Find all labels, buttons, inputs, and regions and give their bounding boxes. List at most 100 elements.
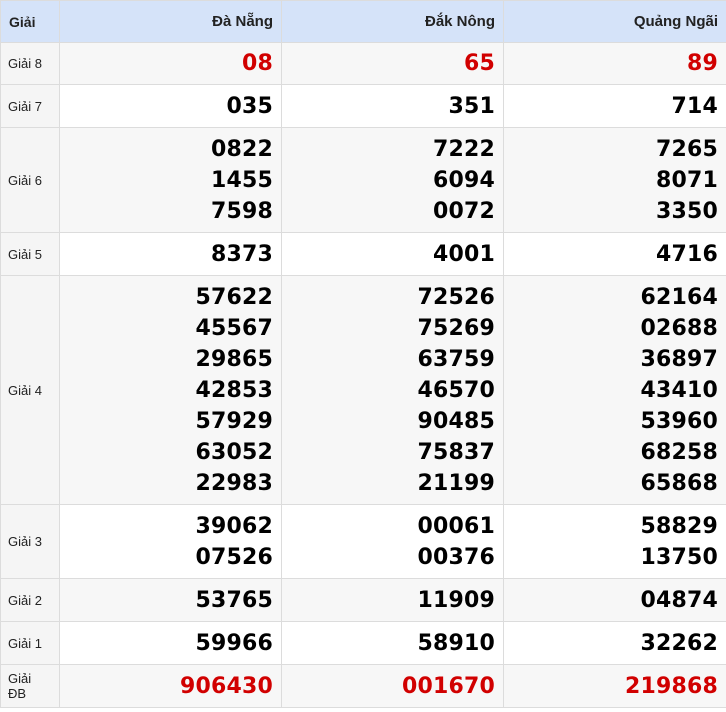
winning-number: 035 <box>226 93 273 119</box>
prize-cell: 65 <box>281 42 504 85</box>
winning-number: 36897 <box>640 346 718 372</box>
prize-row: Giải 1 59966 58910 32262 <box>0 621 726 665</box>
winning-number: 29865 <box>195 346 273 372</box>
prize-row: Giải 7 035 351 714 <box>0 84 726 128</box>
winning-number: 21199 <box>417 470 495 496</box>
province-header-quang-ngai[interactable]: Quảng Ngãi <box>503 0 726 43</box>
winning-number: 42853 <box>195 377 273 403</box>
prize-cell: 8373 <box>59 232 282 276</box>
prize-cell: 62164 02688 36897 43410 53960 68258 65868 <box>503 275 726 505</box>
prize-cell: 08 <box>59 42 282 85</box>
winning-number: 351 <box>448 93 495 119</box>
winning-number: 45567 <box>195 315 273 341</box>
winning-number: 89 <box>686 51 718 76</box>
prize-label: Giải 8 <box>0 42 60 85</box>
prize-cell: 035 <box>59 84 282 128</box>
prize-cell: 59966 <box>59 621 282 665</box>
prize-cell: 7222 6094 0072 <box>281 127 504 233</box>
province-header-dak-nong[interactable]: Đắk Nông <box>281 0 504 43</box>
prize-row: Giải 4 57622 45567 29865 42853 57929 63052 2298… <box>0 275 726 505</box>
prize-label: Giải 6 <box>0 127 60 233</box>
winning-number: 58910 <box>417 630 495 656</box>
winning-number: 906430 <box>179 673 273 699</box>
winning-number: 39062 <box>195 513 273 539</box>
winning-number: 62164 <box>640 284 718 310</box>
prize-cell: 72526 75269 63759 46570 90485 75837 21199 <box>281 275 504 505</box>
winning-number: 58829 <box>640 513 718 539</box>
winning-number: 07526 <box>195 544 273 570</box>
winning-number: 714 <box>671 93 718 119</box>
winning-number: 8071 <box>655 167 718 193</box>
prize-cell: 351 <box>281 84 504 128</box>
winning-number: 43410 <box>640 377 718 403</box>
prize-cell: 219868 <box>503 664 726 708</box>
winning-number: 68258 <box>640 439 718 465</box>
winning-number: 11909 <box>417 587 495 613</box>
prize-label: Giải 5 <box>0 232 60 276</box>
prize-cell: 11909 <box>281 578 504 622</box>
prize-label: Giải 3 <box>0 504 60 579</box>
prize-row: Giải 2 53765 11909 04874 <box>0 578 726 622</box>
winning-number: 6094 <box>432 167 495 193</box>
winning-number: 63759 <box>417 346 495 372</box>
winning-number: 219868 <box>624 673 718 699</box>
winning-number: 02688 <box>640 315 718 341</box>
winning-number: 04874 <box>640 587 718 613</box>
prize-cell: 00061 00376 <box>281 504 504 579</box>
prize-cell: 7265 8071 3350 <box>503 127 726 233</box>
prize-label: Giải 7 <box>0 84 60 128</box>
winning-number: 7598 <box>210 198 273 224</box>
province-header-da-nang[interactable]: Đà Nẵng <box>59 0 282 43</box>
prize-cell: 4001 <box>281 232 504 276</box>
prize-label: Giải ĐB <box>0 664 60 708</box>
prize-cell: 906430 <box>59 664 282 708</box>
winning-number: 0822 <box>210 136 273 162</box>
header-row: Giải Đà Nẵng Đắk Nông Quảng Ngãi <box>0 0 726 43</box>
prize-label: Giải 2 <box>0 578 60 622</box>
prize-row: Giải 8 08 65 89 <box>0 42 726 85</box>
prize-column-header: Giải <box>0 0 60 43</box>
prize-cell: 53765 <box>59 578 282 622</box>
winning-number: 8373 <box>210 241 273 267</box>
winning-number: 65868 <box>640 470 718 496</box>
winning-number: 75837 <box>417 439 495 465</box>
winning-number: 46570 <box>417 377 495 403</box>
winning-number: 53960 <box>640 408 718 434</box>
prize-cell: 4716 <box>503 232 726 276</box>
winning-number: 53765 <box>195 587 273 613</box>
winning-number: 59966 <box>195 630 273 656</box>
winning-number: 32262 <box>640 630 718 656</box>
winning-number: 3350 <box>655 198 718 224</box>
prize-cell: 58829 13750 <box>503 504 726 579</box>
prize-label: Giải 4 <box>0 275 60 505</box>
results-body: Giải 8 08 65 89 Giải 7 035 351 714 Giải 6 0822 145… <box>0 42 726 708</box>
winning-number: 00376 <box>417 544 495 570</box>
winning-number: 4001 <box>432 241 495 267</box>
prize-cell: 0822 1455 7598 <box>59 127 282 233</box>
prize-row: Giải 6 0822 1455 7598 7222 6094 0072 7265 8071 33… <box>0 127 726 233</box>
prize-cell: 89 <box>503 42 726 85</box>
prize-cell: 39062 07526 <box>59 504 282 579</box>
winning-number: 90485 <box>417 408 495 434</box>
winning-number: 4716 <box>655 241 718 267</box>
prize-cell: 32262 <box>503 621 726 665</box>
prize-row: Giải 3 39062 07526 00061 00376 58829 13750 <box>0 504 726 579</box>
winning-number: 0072 <box>432 198 495 224</box>
winning-number: 63052 <box>195 439 273 465</box>
winning-number: 13750 <box>640 544 718 570</box>
prize-row: Giải 5 8373 4001 4716 <box>0 232 726 276</box>
winning-number: 1455 <box>210 167 273 193</box>
prize-cell: 57622 45567 29865 42853 57929 63052 22983 <box>59 275 282 505</box>
winning-number: 7222 <box>432 136 495 162</box>
lottery-results-table: Giải Đà Nẵng Đắk Nông Quảng Ngãi Giải 80… <box>0 0 726 708</box>
winning-number: 001670 <box>401 673 495 699</box>
prize-label: Giải 1 <box>0 621 60 665</box>
winning-number: 00061 <box>417 513 495 539</box>
winning-number: 72526 <box>417 284 495 310</box>
winning-number: 57929 <box>195 408 273 434</box>
prize-cell: 001670 <box>281 664 504 708</box>
winning-number: 22983 <box>195 470 273 496</box>
winning-number: 7265 <box>655 136 718 162</box>
prize-row: Giải ĐB 906430 001670 219868 <box>0 664 726 708</box>
winning-number: 65 <box>463 51 495 76</box>
